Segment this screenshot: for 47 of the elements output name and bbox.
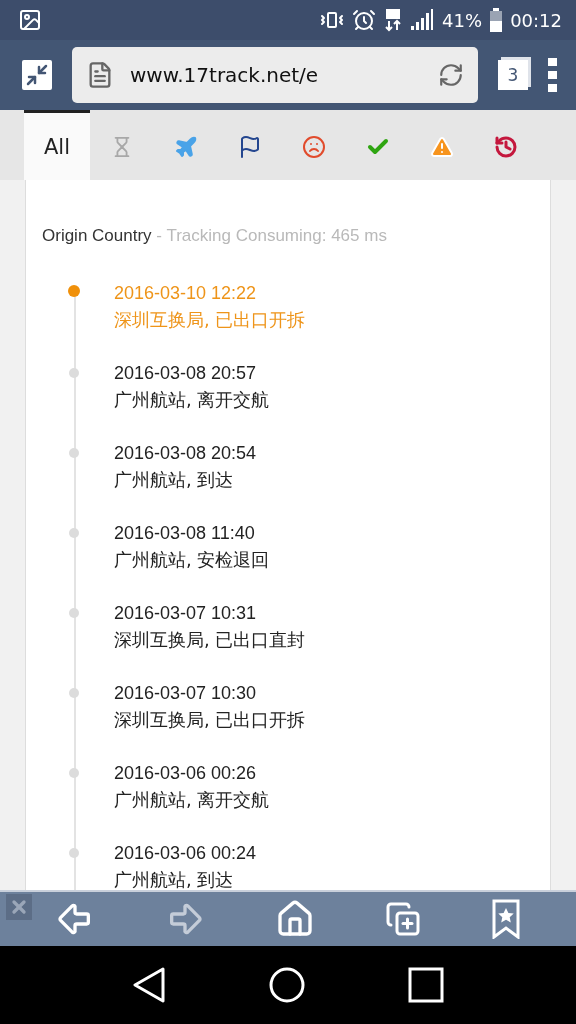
signal-icon	[410, 8, 435, 32]
event-time: 2016-03-07 10:30	[114, 682, 258, 705]
history-icon	[494, 134, 518, 159]
event-time: 2016-03-06 00:26	[114, 762, 258, 785]
exit-fullscreen-button[interactable]	[22, 60, 52, 90]
reload-icon[interactable]	[438, 62, 464, 88]
event-time: 2016-03-08 11:40	[114, 522, 256, 545]
event-description: 广州航站, 离开交航	[114, 788, 271, 812]
event-time: 2016-03-06 00:24	[114, 842, 258, 865]
event-description: 广州航站, 到达	[114, 868, 235, 890]
url-text: www.17track.net/e	[130, 63, 320, 87]
plane-icon	[174, 134, 198, 159]
event-time: 2016-03-07 10:31	[114, 602, 258, 625]
address-bar[interactable]: www.17track.net/e	[72, 47, 478, 103]
bookmark-icon	[491, 899, 521, 939]
frown-icon	[302, 134, 326, 159]
bookmark-button[interactable]	[491, 899, 521, 939]
gallery-icon	[18, 8, 42, 32]
close-icon	[9, 897, 29, 917]
flag-icon	[238, 134, 262, 159]
clock-time: 00:12	[510, 9, 562, 31]
event-description: 深圳互换局, 已出口开拆	[114, 308, 307, 332]
event-description: 广州航站, 离开交航	[114, 388, 271, 412]
alarm-icon	[352, 8, 377, 32]
recents-nav-icon[interactable]	[408, 967, 445, 1003]
back-nav-icon[interactable]	[131, 967, 166, 1003]
event-time: 2016-03-08 20:57	[114, 362, 258, 385]
event-description: 深圳互换局, 已出口直封	[114, 628, 307, 652]
home-nav-icon[interactable]	[269, 967, 305, 1003]
close-ad-button[interactable]	[6, 894, 32, 920]
mobile-data-icon	[384, 8, 403, 32]
tracking-heading: Origin Country - Tracking Consuming: 465 ms	[42, 226, 388, 246]
warning-icon	[430, 134, 454, 159]
event-time: 2016-03-08 20:54	[114, 442, 258, 465]
event-description: 深圳互换局, 已出口开拆	[114, 708, 307, 732]
home-icon	[275, 899, 315, 939]
new-tab-button[interactable]	[385, 901, 421, 937]
tab-count-button[interactable]: 3	[498, 60, 528, 90]
battery-percent: 41%	[442, 9, 483, 31]
filter-tab[interactable]: All	[24, 110, 90, 180]
event-description: 广州航站, 安检退回	[114, 548, 271, 572]
more-menu-icon[interactable]	[548, 58, 558, 92]
event-description: 广州航站, 到达	[114, 468, 235, 492]
new-tab-icon	[385, 901, 421, 937]
home-button[interactable]	[275, 899, 315, 939]
event-time: 2016-03-10 12:22	[114, 282, 258, 305]
battery-icon	[490, 8, 503, 32]
